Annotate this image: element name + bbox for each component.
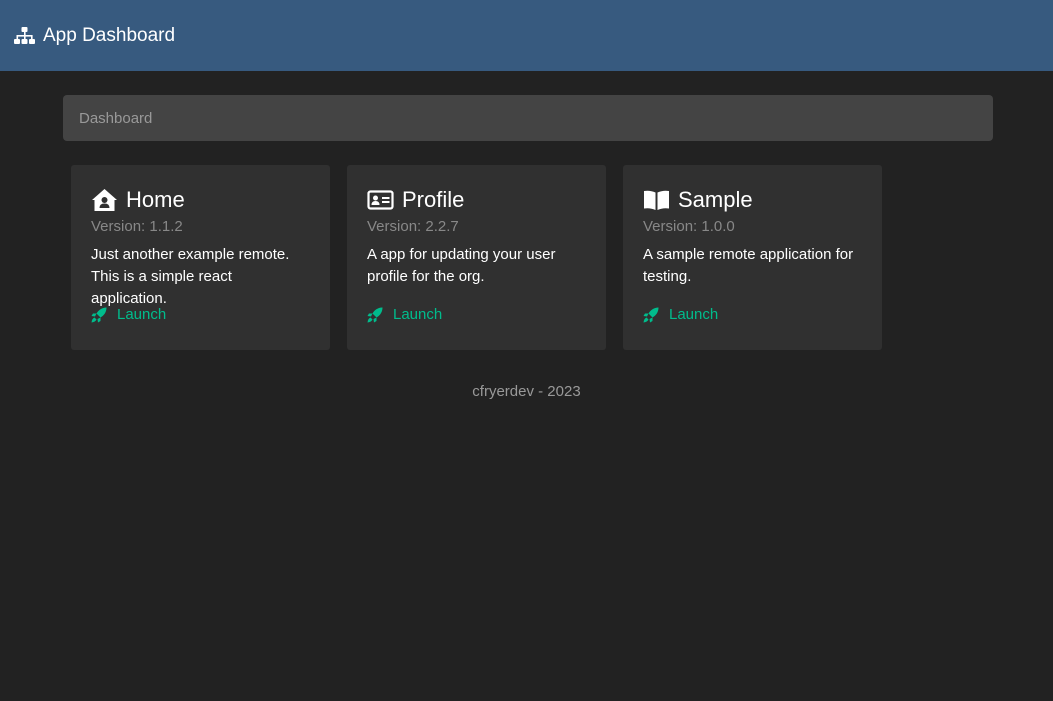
launch-link-home[interactable]: Launch — [91, 306, 166, 323]
rocket-icon — [367, 307, 383, 323]
book-open-icon — [643, 188, 670, 212]
breadcrumb: Dashboard — [63, 95, 993, 141]
card-title-text: Profile — [402, 186, 465, 212]
navbar-brand[interactable]: App Dashboard — [14, 25, 175, 47]
main-container: Dashboard Home Version: 1.1.2 Just anoth… — [63, 95, 993, 350]
card-description: A sample remote application for testing. — [643, 246, 854, 285]
app-card-sample: Sample Version: 1.0.0 A sample remote ap… — [623, 165, 882, 350]
card-title: Profile — [367, 186, 586, 213]
id-card-icon — [367, 188, 394, 212]
card-version: Version: 1.0.0 — [643, 218, 735, 235]
card-description: A app for updating your user profile for… — [367, 246, 556, 285]
card-title: Home — [91, 186, 310, 213]
footer-text: cfryerdev - 2023 — [472, 383, 581, 400]
card-description: Just another example remote. This is a s… — [91, 246, 290, 307]
card-title-text: Home — [126, 186, 185, 212]
app-title: App Dashboard — [43, 24, 176, 46]
launch-label: Launch — [393, 306, 443, 323]
launch-link-profile[interactable]: Launch — [367, 306, 442, 323]
card-version: Version: 1.1.2 — [91, 218, 183, 235]
launch-label: Launch — [117, 306, 167, 323]
card-title-text: Sample — [678, 186, 753, 212]
house-user-icon — [91, 188, 118, 212]
launch-label: Launch — [669, 306, 719, 323]
launch-link-sample[interactable]: Launch — [643, 306, 718, 323]
breadcrumb-item-dashboard: Dashboard — [79, 109, 153, 127]
app-cards: Home Version: 1.1.2 Just another example… — [71, 165, 993, 350]
card-version: Version: 2.2.7 — [367, 218, 459, 235]
app-card-profile: Profile Version: 2.2.7 A app for updatin… — [347, 165, 606, 350]
rocket-icon — [91, 307, 107, 323]
rocket-icon — [643, 307, 659, 323]
sitemap-icon — [14, 26, 35, 45]
navbar: App Dashboard — [0, 0, 1053, 71]
app-card-home: Home Version: 1.1.2 Just another example… — [71, 165, 330, 350]
card-title: Sample — [643, 186, 862, 213]
